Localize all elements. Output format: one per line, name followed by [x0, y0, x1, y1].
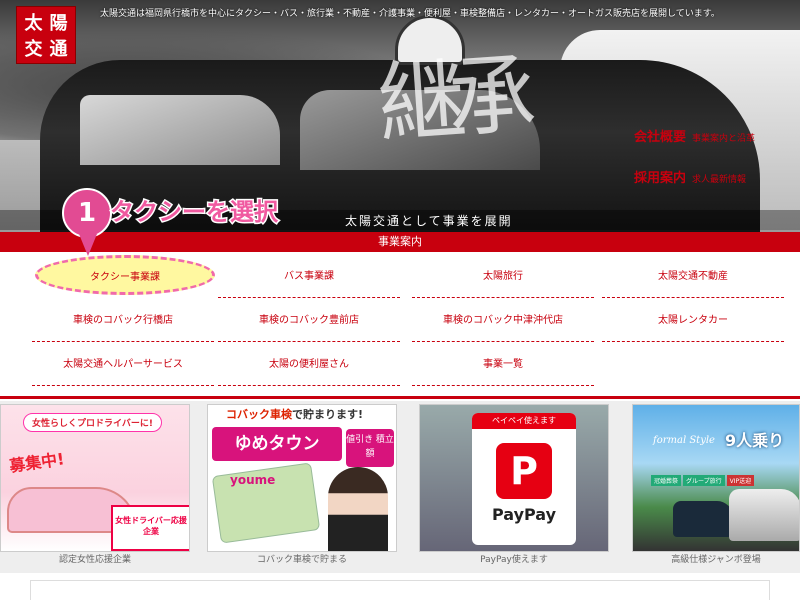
- content-box: [30, 580, 770, 600]
- nav-item-realestate[interactable]: 太陽交通不動産: [602, 252, 784, 298]
- business-nav: タクシー事業課 バス事業課 太陽旅行 太陽交通不動産 車検のコバック行橋店 車検…: [0, 252, 800, 396]
- banner-caption[interactable]: PayPay使えます: [419, 552, 609, 572]
- nav-item-all[interactable]: 事業一覧: [412, 340, 594, 386]
- banner-tags: 冠婚葬祭 グループ旅行 VIP送迎: [651, 475, 755, 486]
- logo-char: 陽: [49, 13, 68, 34]
- banner-recruit: 募集中!: [8, 449, 66, 476]
- banner-headline: 女性らしくプロドライバーに!: [23, 413, 162, 432]
- youme-town-label: ゆめタウン: [212, 427, 342, 461]
- nav-item-travel[interactable]: 太陽旅行: [412, 252, 594, 298]
- banner-top-text: で貯まります!: [292, 408, 364, 421]
- nav-item-bus[interactable]: バス事業課: [218, 252, 400, 298]
- banner-row: 女性らしくプロドライバーに! 募集中! 女性ドライバー応援企業 認定女性応援企業…: [0, 401, 800, 573]
- discount-label: 値引き 積立額: [346, 429, 394, 467]
- banner-cobac-youme[interactable]: コバック車検で貯まります! ゆめタウン 値引き 積立額 youme: [207, 404, 397, 552]
- paypay-label: ペイペイ使えます: [472, 413, 576, 429]
- nav-item-cobac-yukuhashi[interactable]: 車検のコバック行橋店: [32, 296, 214, 342]
- paypay-brand: PayPay: [491, 505, 557, 524]
- logo-char: 交: [24, 39, 43, 60]
- hero-subtitle: 太陽交通として事業を展開: [345, 214, 513, 228]
- banner-top-brand: コバック車検: [226, 408, 292, 421]
- recruit-link[interactable]: 採用案内 求人最新情報: [634, 167, 800, 186]
- banner-tag: 冠婚葬祭: [651, 475, 682, 486]
- nav-item-benriya[interactable]: 太陽の便利屋さん: [218, 340, 400, 386]
- jumbo-van-image: [729, 489, 799, 541]
- site-tagline: 太陽交通は福岡県行橋市を中心にタクシー・バス・旅行業・不動産・介護事業・便利屋・…: [100, 9, 720, 19]
- banner-caption[interactable]: 高級仕様ジャンボ登場: [632, 552, 800, 572]
- banner-badge: 女性ドライバー応援企業: [111, 505, 189, 551]
- youme-logo: youme: [230, 473, 276, 487]
- instruction-callout: タクシーを選択: [109, 197, 280, 228]
- model-image: [328, 467, 388, 551]
- step-pin-tail: [79, 234, 97, 256]
- nav-item-taxi[interactable]: タクシー事業課: [35, 255, 215, 295]
- banner-caption[interactable]: コバック車検で貯まる: [207, 552, 397, 572]
- banner-tag: VIP送迎: [726, 475, 755, 486]
- banner-top: コバック車検で貯まります!: [208, 405, 396, 425]
- paypay-sticker: ペイペイ使えます P PayPay: [472, 413, 576, 545]
- paypay-logo-icon: P: [496, 443, 552, 499]
- nav-item-cobac-nakatsu[interactable]: 車検のコバック中津沖代店: [412, 296, 594, 342]
- hero-link-sub: 求人最新情報: [692, 175, 747, 185]
- banner-tag: グループ旅行: [683, 475, 725, 486]
- hero-kanji: 継承: [374, 43, 522, 156]
- logo-char: 通: [49, 39, 68, 60]
- hero-taxi-window: [80, 95, 280, 165]
- step-pin-icon: 1: [62, 188, 112, 238]
- nav-header: 事業案内: [0, 232, 800, 252]
- nav-item-helper[interactable]: 太陽交通ヘルパーサービス: [32, 340, 214, 386]
- banner-style-text: formal Style: [653, 435, 715, 446]
- site-logo[interactable]: 太 陽 交 通: [16, 6, 76, 64]
- nav-item-rentacar[interactable]: 太陽レンタカー: [602, 296, 784, 342]
- banner-capacity: 9人乗り: [725, 431, 785, 450]
- hero-link-label: 採用案内: [634, 171, 687, 186]
- logo-char: 太: [24, 13, 43, 34]
- van-image: [673, 501, 733, 537]
- hero-links: 会社概要 事業案内と沿革 採用案内 求人最新情報: [634, 126, 800, 208]
- banner-paypay[interactable]: ペイペイ使えます P PayPay: [419, 404, 609, 552]
- banner-jumbo-taxi[interactable]: formal Style 9人乗り 冠婚葬祭 グループ旅行 VIP送迎: [632, 404, 800, 552]
- banner-women-driver[interactable]: 女性らしくプロドライバーに! 募集中! 女性ドライバー応援企業: [0, 404, 190, 552]
- company-overview-link[interactable]: 会社概要 事業案内と沿革: [634, 126, 800, 145]
- hero-link-sub: 事業案内と沿革: [692, 134, 756, 144]
- banner-caption[interactable]: 認定女性応援企業: [0, 552, 190, 572]
- hero-link-label: 会社概要: [634, 130, 687, 145]
- nav-divider: [0, 396, 800, 399]
- nav-item-cobac-buzen[interactable]: 車検のコバック豊前店: [218, 296, 400, 342]
